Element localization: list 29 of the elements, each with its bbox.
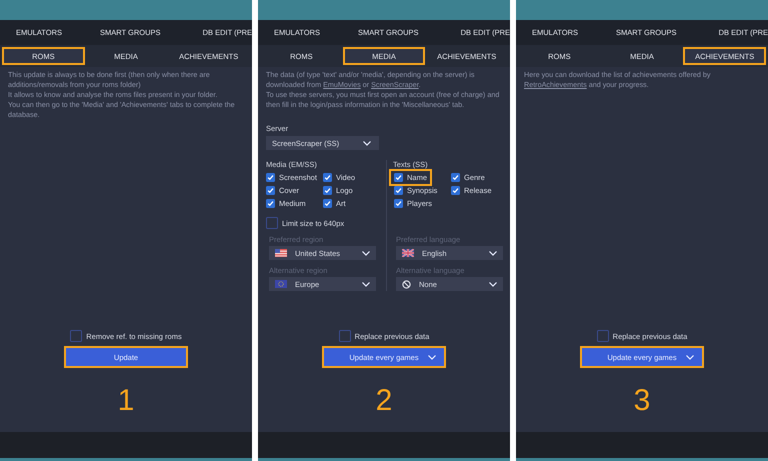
chevron-down-icon (428, 355, 436, 360)
chevron-down-icon (363, 141, 371, 146)
checkbox[interactable] (323, 199, 332, 208)
chevron-down-icon (686, 355, 694, 360)
chevron-down-icon (362, 282, 370, 287)
flag-icon (402, 249, 414, 257)
checkbox[interactable] (323, 173, 332, 182)
checkbox[interactable] (596, 330, 609, 342)
checkbox[interactable] (70, 330, 82, 342)
flag-icon (275, 280, 287, 288)
flag-icon (275, 249, 287, 257)
checkbox[interactable] (266, 217, 278, 229)
checkbox[interactable] (394, 173, 403, 182)
step-number: 3 (634, 384, 650, 418)
chevron-down-icon (489, 251, 497, 256)
step-number: 2 (376, 384, 392, 418)
checkbox[interactable] (338, 330, 351, 342)
chevron-down-icon (489, 282, 497, 287)
checkbox[interactable] (266, 199, 275, 208)
prohibited-icon (402, 280, 411, 288)
step-number: 1 (118, 384, 134, 418)
chevron-down-icon (362, 251, 370, 256)
checkbox[interactable] (451, 173, 460, 182)
checkbox[interactable] (266, 173, 275, 182)
checkbox[interactable] (266, 186, 275, 195)
checkbox[interactable] (394, 186, 403, 195)
checkbox[interactable] (451, 186, 460, 195)
checkbox[interactable] (323, 186, 332, 195)
checkbox[interactable] (394, 199, 403, 208)
